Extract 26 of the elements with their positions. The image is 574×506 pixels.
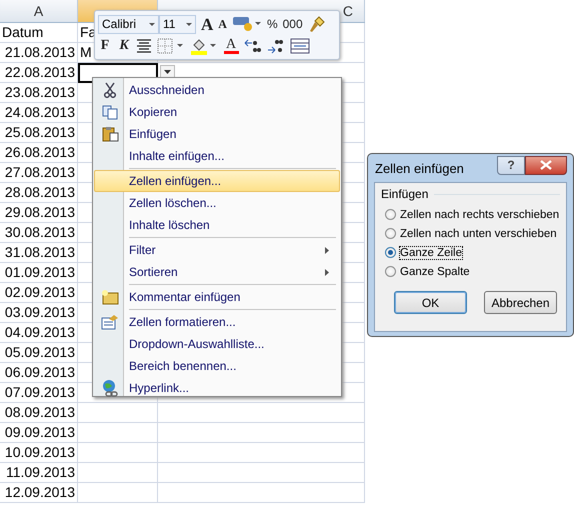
- table-cell: Datum: [0, 23, 78, 43]
- table-cell: 02.09.2013: [0, 283, 78, 303]
- table-cell: 21.08.2013: [0, 43, 78, 63]
- table-cell: 28.08.2013: [0, 183, 78, 203]
- table-cell: 12.09.2013: [0, 483, 78, 503]
- table-cell: 01.09.2013: [0, 263, 78, 283]
- table-cell: 30.08.2013: [0, 223, 78, 243]
- table-cell: 11.09.2013: [0, 463, 78, 483]
- table-cell: 24.08.2013: [0, 103, 78, 123]
- window-title: Zellen einfügen: [375, 160, 464, 176]
- table-cell: 31.08.2013: [0, 243, 78, 263]
- table-cell: 10.09.2013: [0, 443, 78, 463]
- table-cell: 03.09.2013: [0, 303, 78, 323]
- table-cell: 29.08.2013: [0, 203, 78, 223]
- table-cell: 27.08.2013: [0, 163, 78, 183]
- table-cell: 09.09.2013: [0, 423, 78, 443]
- table-cell: 07.09.2013: [0, 383, 78, 403]
- table-cell: 06.09.2013: [0, 363, 78, 383]
- table-cell: 26.08.2013: [0, 143, 78, 163]
- table-cell: 08.09.2013: [0, 403, 78, 423]
- table-cell: 05.09.2013: [0, 343, 78, 363]
- table-cell: 25.08.2013: [0, 123, 78, 143]
- table-cell: 22.08.2013: [0, 63, 78, 83]
- table-cell: 23.08.2013: [0, 83, 78, 103]
- group-label: Einfügen: [381, 187, 428, 201]
- table-cell: 04.09.2013: [0, 323, 78, 343]
